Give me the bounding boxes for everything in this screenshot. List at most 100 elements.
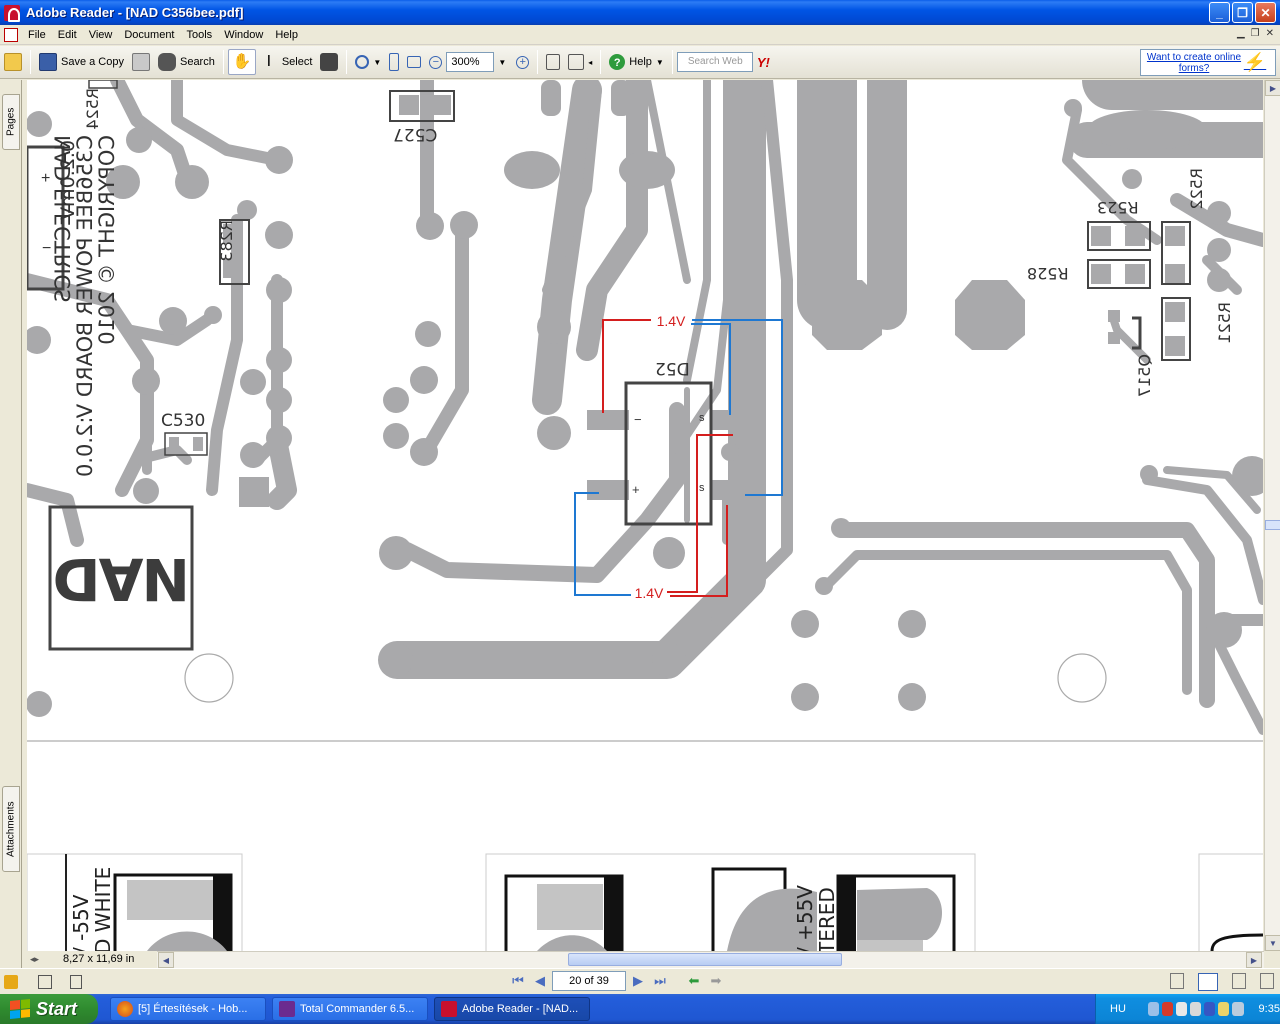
scroll-down-icon[interactable]: ▼: [1265, 935, 1280, 951]
snapshot-button[interactable]: [316, 49, 342, 75]
display-icon[interactable]: [1232, 1002, 1244, 1016]
go-back-icon[interactable]: ⬅: [684, 971, 704, 991]
close-button[interactable]: ✕: [1255, 2, 1276, 23]
task-adobe-reader[interactable]: Adobe Reader - [NAD...: [434, 997, 590, 1021]
label-q517: Q517: [1135, 354, 1154, 398]
scroll-left-icon[interactable]: ◀: [158, 952, 174, 968]
actual-size-button[interactable]: [385, 49, 403, 75]
language-indicator[interactable]: HU: [1110, 1003, 1126, 1015]
vertical-scroll-thumb[interactable]: [1265, 520, 1280, 530]
previous-page-icon[interactable]: ◀: [530, 971, 550, 991]
zoom-input[interactable]: 300%: [446, 52, 495, 72]
binoculars-icon: [157, 53, 176, 71]
rotate-view-button[interactable]: [542, 49, 564, 75]
create-forms-link[interactable]: Want to create online forms? ⚡: [1140, 49, 1276, 76]
last-page-icon[interactable]: ⏭: [650, 971, 670, 991]
continuous-facing-icon[interactable]: [1260, 973, 1274, 989]
next-page-icon[interactable]: ▶: [628, 971, 648, 991]
help-button[interactable]: ? Help ▼: [605, 49, 668, 75]
menu-bar: File Edit View Document Tools Window Hel…: [0, 25, 1280, 45]
continuous-page-icon[interactable]: [70, 974, 82, 989]
fit-width-button[interactable]: [403, 49, 425, 75]
facing-layout-icon[interactable]: [1232, 973, 1246, 989]
help-dropdown-icon: ▼: [655, 57, 664, 67]
search-web-input[interactable]: Search Web: [676, 52, 753, 72]
attachments-tab[interactable]: Attachments: [2, 786, 20, 872]
label-d52: D52: [655, 358, 690, 378]
task-total-commander[interactable]: Total Commander 6.5...: [272, 997, 428, 1021]
menu-view[interactable]: View: [83, 29, 119, 41]
voltage-label-bottom: 1.4V: [631, 584, 667, 602]
doc-minimize-icon[interactable]: ▁: [1237, 28, 1245, 39]
zoom-in-icon: +: [516, 55, 530, 69]
diode-pin-minus: −: [634, 412, 642, 427]
continuous-layout-icon[interactable]: [1198, 973, 1218, 991]
label-r522: R522: [1187, 168, 1206, 210]
text-cursor-icon: I: [266, 53, 272, 70]
lower-label-white: D WHITE: [91, 866, 115, 951]
bluetooth-icon[interactable]: [1204, 1002, 1216, 1016]
vertical-scrollbar[interactable]: ▶ ▼: [1264, 80, 1280, 951]
go-forward-icon[interactable]: ➡: [706, 971, 726, 991]
window-title: Adobe Reader - [NAD C356bee.pdf]: [26, 5, 244, 20]
save-icon: [39, 53, 57, 71]
single-page-layout-icon[interactable]: [1170, 973, 1184, 989]
document-view[interactable]: NAD NAD ELECTRICS C356BEE POWER BOARD V:…: [27, 80, 1263, 951]
firefox-icon: [117, 1001, 133, 1017]
menu-document[interactable]: Document: [118, 29, 180, 41]
zoom-out-button[interactable]: −: [425, 49, 446, 75]
minimize-button[interactable]: _: [1209, 2, 1230, 23]
actual-size-icon: [389, 53, 400, 71]
document-icon[interactable]: [4, 27, 18, 42]
expand-arrows-icon[interactable]: ◂▸: [30, 954, 39, 965]
open-button[interactable]: [0, 49, 26, 75]
pages-tab[interactable]: Pages: [2, 94, 20, 150]
select-tool-button[interactable]: I Select: [256, 49, 317, 75]
page-size-readout: 8,27 x 11,69 in: [27, 951, 157, 968]
page-number-input[interactable]: 20 of 39: [552, 971, 626, 991]
save-copy-label: Save a Copy: [61, 56, 124, 68]
first-page-icon[interactable]: ⏮: [508, 971, 528, 991]
hand-tool-button[interactable]: ✋: [227, 49, 256, 75]
print-button[interactable]: [128, 49, 154, 75]
label-r521: R521: [1215, 302, 1234, 344]
rotate-icon: [546, 54, 561, 70]
toolbar: Save a Copy Search ✋ I Select ▼ − 300% ▼…: [0, 46, 1280, 79]
save-copy-button[interactable]: Save a Copy: [35, 49, 128, 75]
search-button[interactable]: Search: [154, 49, 219, 75]
pcb-drawing: [27, 80, 1263, 951]
zoom-tool-button[interactable]: ▼: [351, 49, 385, 75]
volume-icon[interactable]: [1190, 1002, 1202, 1016]
lightning-icon: ⚡: [1243, 52, 1267, 72]
start-button[interactable]: Start: [0, 994, 98, 1024]
menu-window[interactable]: Window: [218, 29, 269, 41]
shield-icon[interactable]: [1161, 1002, 1174, 1016]
scroll-right-icon[interactable]: ▶: [1265, 80, 1280, 96]
zoom-dropdown-icon[interactable]: ▼: [498, 58, 506, 67]
page-layout-button[interactable]: ◂: [564, 49, 596, 75]
yahoo-button[interactable]: Y!: [753, 49, 774, 75]
update-icon[interactable]: [1218, 1002, 1230, 1016]
title-bar: Adobe Reader - [NAD C356bee.pdf] _ ❐ ✕: [0, 0, 1280, 25]
doc-close-icon[interactable]: ✕: [1266, 28, 1274, 39]
horizontal-scroll-thumb[interactable]: [568, 953, 842, 966]
doc-restore-icon[interactable]: ❐: [1251, 28, 1260, 39]
single-page-icon[interactable]: [38, 974, 52, 989]
lower-label-plus55: / +55V: [793, 885, 817, 951]
task-adobe-reader-label: Adobe Reader - [NAD...: [462, 1003, 579, 1015]
menu-help[interactable]: Help: [269, 29, 304, 41]
pages-tab-label: Pages: [5, 107, 17, 137]
maximize-button[interactable]: ❐: [1232, 2, 1253, 23]
zoom-in-button[interactable]: +: [512, 49, 533, 75]
scroll-right-arrow-icon[interactable]: ▶: [1246, 952, 1262, 968]
task-firefox[interactable]: [5] Értesítések - Hob...: [110, 997, 266, 1021]
printer-icon: [131, 53, 150, 71]
menu-file[interactable]: File: [22, 29, 52, 41]
network-icon[interactable]: [1147, 1002, 1159, 1016]
antivirus-icon[interactable]: [1176, 1002, 1188, 1016]
task-firefox-label: [5] Értesítések - Hob...: [138, 1003, 248, 1015]
folder-open-icon: [4, 53, 22, 71]
menu-edit[interactable]: Edit: [52, 29, 83, 41]
menu-tools[interactable]: Tools: [181, 29, 219, 41]
label-r528: R528: [1027, 264, 1069, 283]
